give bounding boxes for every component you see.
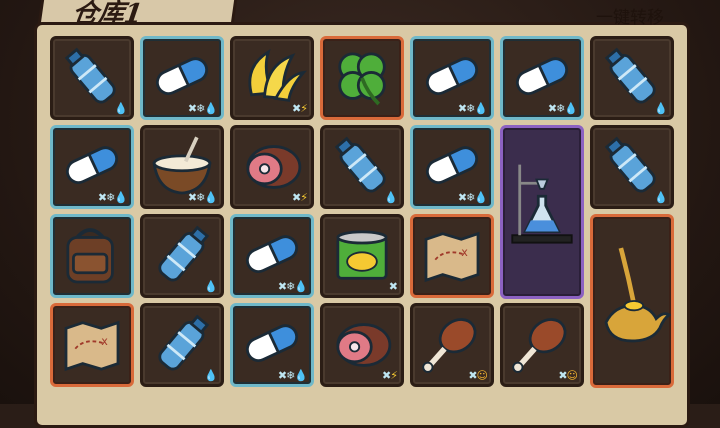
- treasure-map-icon: x: [424, 231, 480, 283]
- effect-tags-icon: ✖: [388, 280, 398, 293]
- slot-banana-bunch[interactable]: ✖⚡: [230, 36, 314, 120]
- slot-pill-capsule[interactable]: ✖❄💧: [500, 36, 584, 120]
- effect-tags-icon: ✖❄💧: [277, 280, 308, 293]
- slot-magic-lamp[interactable]: [590, 214, 674, 388]
- effect-tags-icon: ✖⚡: [292, 102, 308, 115]
- slot-pill-capsule[interactable]: ✖❄💧: [50, 125, 134, 209]
- slot-pill-capsule[interactable]: ✖❄💧: [410, 125, 494, 209]
- slot-pill-capsule[interactable]: ✖❄💧: [410, 36, 494, 120]
- effect-tags-icon: ✖❄💧: [187, 191, 218, 204]
- water-drop-icon: 💧: [654, 102, 668, 115]
- slot-ham-meat[interactable]: ✖⚡: [230, 125, 314, 209]
- one-click-transfer-button[interactable]: 一键转移: [596, 3, 664, 28]
- effect-tags-icon: ✖❄💧: [457, 191, 488, 204]
- svg-text:x: x: [101, 335, 108, 348]
- slot-pill-capsule[interactable]: ✖❄💧: [140, 36, 224, 120]
- slot-water-bottle[interactable]: 💧: [320, 125, 404, 209]
- treasure-map-icon: x: [64, 320, 120, 372]
- effect-tags-icon: ✖❄💧: [97, 191, 128, 204]
- water-drop-icon: 💧: [204, 280, 218, 293]
- slot-pill-capsule[interactable]: ✖❄💧: [230, 303, 314, 387]
- slot-water-bottle[interactable]: 💧: [140, 214, 224, 298]
- slot-tin-can[interactable]: ✖: [320, 214, 404, 298]
- water-drop-icon: 💧: [654, 191, 668, 204]
- effect-tags-icon: ✖❄💧: [547, 102, 578, 115]
- effect-tags-icon: ✖❄💧: [187, 102, 218, 115]
- slot-water-bottle[interactable]: 💧: [590, 36, 674, 120]
- slot-lab-flask-stand[interactable]: [500, 125, 584, 299]
- slot-water-bottle[interactable]: 💧: [590, 125, 674, 209]
- effect-tags-icon: ✖⚡: [382, 369, 398, 382]
- slot-chicken-drumstick[interactable]: ✖☺: [500, 303, 584, 387]
- slot-coconut-drink[interactable]: ✖❄💧: [140, 125, 224, 209]
- effect-tags-icon: ✖☺: [468, 369, 488, 382]
- slot-water-bottle[interactable]: 💧: [140, 303, 224, 387]
- slot-pill-capsule[interactable]: ✖❄💧: [230, 214, 314, 298]
- lab-flask-stand-icon: [511, 164, 573, 244]
- slot-four-leaf-clover[interactable]: [320, 36, 404, 120]
- water-drop-icon: 💧: [114, 102, 128, 115]
- slot-ham-meat[interactable]: ✖⚡: [320, 303, 404, 387]
- effect-tags-icon: ✖⚡: [292, 191, 308, 204]
- inventory-grid: 💧 ✖❄💧 ✖⚡ ✖❄💧 ✖❄💧 💧 ✖❄💧 ✖❄💧 ✖⚡ 💧 ✖❄💧 💧 💧 …: [48, 36, 674, 404]
- effect-tags-icon: ✖☺: [558, 369, 578, 382]
- effect-tags-icon: ✖❄💧: [457, 102, 488, 115]
- water-drop-icon: 💧: [204, 369, 218, 382]
- leather-backpack-icon: [66, 228, 114, 284]
- slot-leather-backpack[interactable]: [50, 214, 134, 298]
- slot-chicken-drumstick[interactable]: ✖☺: [410, 303, 494, 387]
- water-drop-icon: 💧: [384, 191, 398, 204]
- effect-tags-icon: ✖❄💧: [277, 369, 308, 382]
- slot-treasure-map[interactable]: x: [410, 214, 494, 298]
- four-leaf-clover-icon: [338, 52, 386, 106]
- slot-treasure-map[interactable]: x: [50, 303, 134, 387]
- magic-lamp-icon: [604, 247, 671, 343]
- svg-text:x: x: [461, 246, 468, 259]
- slot-water-bottle[interactable]: 💧: [50, 36, 134, 120]
